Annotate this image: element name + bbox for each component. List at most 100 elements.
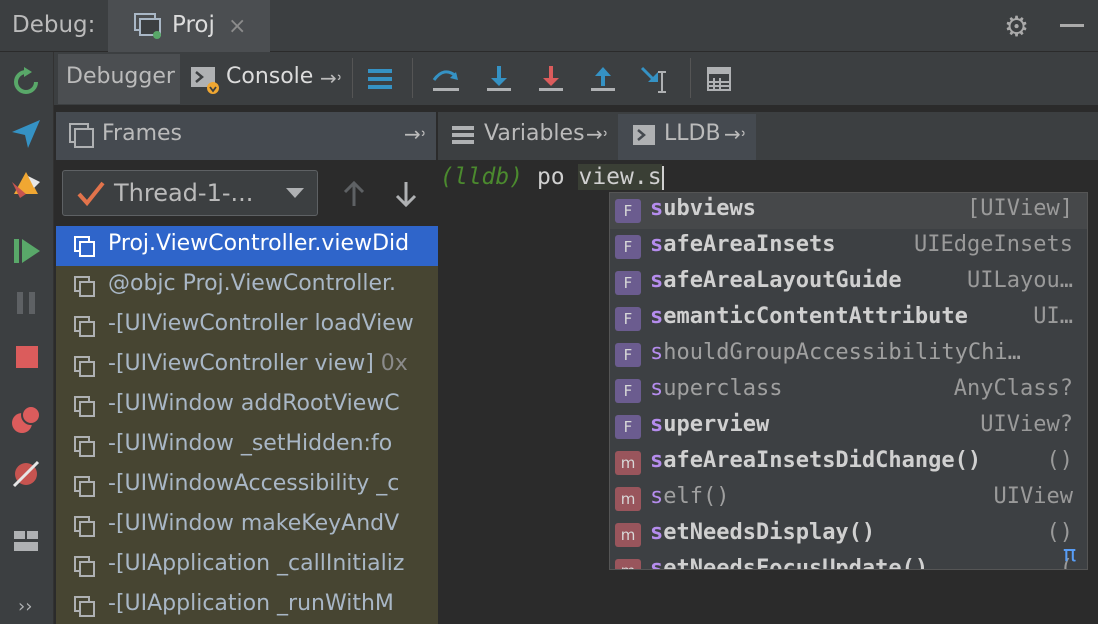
show-execution-point-icon[interactable]: [366, 66, 394, 92]
method-kind-icon: m: [615, 523, 641, 547]
frame-label: @objc Proj.ViewController.: [108, 271, 397, 296]
frame-row[interactable]: -[UIWindow _setHidden:fo: [56, 426, 438, 466]
run-to-cursor-icon[interactable]: [640, 64, 672, 96]
frame-row[interactable]: -[UIApplication _callInitializ: [56, 546, 438, 586]
terminal-icon: [633, 125, 655, 145]
force-step-into-icon[interactable]: [536, 64, 566, 94]
field-kind-icon: F: [615, 343, 641, 367]
frame-row[interactable]: -[UIViewController loadView: [56, 306, 438, 346]
completion-name: semanticContentAttribute: [650, 304, 968, 329]
completion-type: AnyClass?: [953, 376, 1073, 401]
field-kind-icon: F: [615, 199, 641, 223]
lldb-prompt: (lldb): [440, 164, 524, 190]
completion-name: setNeedsFocusUpdate(): [650, 556, 929, 570]
completion-name: shouldGroupAccessibilityChi…: [650, 340, 1021, 365]
popup-pi-icon[interactable]: π: [1063, 542, 1076, 567]
frame-label: -[UIWindow makeKeyAndV: [108, 511, 400, 536]
frame-row[interactable]: -[UIWindowAccessibility _c: [56, 466, 438, 506]
completion-item[interactable]: m setNeedsDisplay()(): [610, 517, 1087, 553]
completion-name: subviews: [650, 196, 756, 221]
completion-item[interactable]: FsafeAreaLayoutGuide UILayou…: [610, 265, 1087, 301]
tab-variables[interactable]: Variables: [484, 121, 585, 146]
mute-breakpoints-icon[interactable]: [10, 458, 42, 490]
frame-row[interactable]: -[UIWindow addRootViewC: [56, 386, 438, 426]
completion-popup: Fsubviews [UIView] FsafeAreaInsets UIEdgeIn…: [609, 192, 1088, 570]
pin-tab-icon[interactable]: →˒: [320, 66, 343, 90]
frame-label: -[UIViewController view] 0x: [108, 351, 408, 376]
field-kind-icon: F: [615, 307, 641, 331]
frame-row[interactable]: Proj.ViewController.viewDid: [56, 226, 438, 266]
next-frame-icon[interactable]: [394, 180, 418, 208]
step-out-icon[interactable]: [588, 64, 618, 94]
completion-item[interactable]: Fsuperclass AnyClass?: [610, 373, 1087, 409]
completion-item[interactable]: Fsuperview UIView?: [610, 409, 1087, 445]
pause-icon[interactable]: [14, 290, 40, 316]
breakpoints-icon[interactable]: [10, 404, 42, 436]
frame-label: Proj.ViewController.viewDid: [108, 231, 410, 256]
frame-icon: [74, 236, 95, 257]
layout-icon[interactable]: [12, 528, 42, 554]
tab-lldb-label: LLDB: [664, 121, 721, 146]
frame-icon: [74, 556, 95, 577]
frame-icon: [74, 316, 95, 337]
resume-icon[interactable]: [12, 236, 42, 266]
frame-label: -[UIWindowAccessibility _c: [108, 471, 400, 496]
minimize-icon[interactable]: [1060, 24, 1084, 27]
previous-frame-icon[interactable]: [342, 180, 366, 208]
stop-icon[interactable]: [14, 344, 40, 370]
field-kind-icon: F: [615, 235, 641, 259]
completion-type: UIView: [993, 484, 1073, 509]
tab-console[interactable]: Console: [226, 64, 313, 89]
completion-item[interactable]: FsemanticContentAttribute UI…: [610, 301, 1087, 337]
frame-row[interactable]: -[UIApplication _runWithM: [56, 586, 438, 624]
pin-tab-icon[interactable]: →˒: [586, 122, 609, 146]
text-caret: [661, 165, 664, 190]
frame-label: -[UIWindow _setHidden:fo: [108, 431, 393, 456]
lldb-input-line[interactable]: (lldb) po view.s: [440, 164, 664, 190]
instruments-icon[interactable]: [10, 168, 42, 200]
method-kind-icon: m: [615, 487, 641, 511]
completion-item[interactable]: Fsubviews [UIView]: [610, 193, 1087, 229]
frames-icon: [69, 123, 94, 148]
completion-name: safeAreaLayoutGuide: [650, 268, 902, 293]
pin-tab-icon[interactable]: →˒: [724, 122, 747, 146]
rerun-icon[interactable]: [10, 66, 42, 98]
method-kind-icon: m: [615, 451, 641, 475]
tab-debugger-label: Debugger: [66, 64, 175, 89]
method-kind-icon: m: [615, 559, 641, 569]
completion-name: safeAreaInsets: [650, 232, 836, 257]
frame-row[interactable]: -[UIWindow makeKeyAndV: [56, 506, 438, 546]
completion-item[interactable]: msetNeedsFocusUpdate()(: [610, 553, 1087, 570]
toolbar-divider: [352, 58, 353, 98]
frame-icon: [74, 276, 95, 297]
close-icon[interactable]: ×: [228, 14, 246, 39]
completion-item[interactable]: m safeAreaInsetsDidChange() (): [610, 445, 1087, 481]
console-icon: [191, 67, 219, 94]
frame-row[interactable]: @objc Proj.ViewController.: [56, 266, 438, 306]
frame-label: -[UIViewController loadView: [108, 311, 414, 336]
step-over-icon[interactable]: [430, 64, 462, 94]
completion-name: superview: [650, 412, 770, 437]
gear-icon[interactable]: ⚙: [1004, 10, 1029, 43]
frames-list: Proj.ViewController.viewDid @objc Proj.Vi…: [56, 226, 438, 624]
completion-item[interactable]: m self() UIView: [610, 481, 1087, 517]
frame-label: -[UIWindow addRootViewC: [108, 391, 400, 416]
frame-icon: [74, 516, 95, 537]
pin-tab-icon[interactable]: →˒: [404, 122, 427, 146]
frame-icon: [74, 396, 95, 417]
tool-window-title: Debug:: [12, 12, 96, 38]
navigate-icon[interactable]: [10, 118, 42, 150]
field-kind-icon: F: [615, 271, 641, 295]
evaluate-expression-icon[interactable]: [706, 66, 734, 92]
completion-item[interactable]: FsafeAreaInsets UIEdgeInsets: [610, 229, 1087, 265]
completion-item[interactable]: FshouldGroupAccessibilityChi…: [610, 337, 1087, 373]
completion-name: self(): [650, 484, 730, 509]
completion-name: safeAreaInsetsDidChange(): [650, 448, 982, 473]
completion-type: [UIView]: [967, 196, 1073, 221]
frame-row[interactable]: -[UIViewController view] 0x: [56, 346, 438, 386]
frame-icon: [74, 436, 95, 457]
more-icon[interactable]: ››: [18, 596, 32, 617]
step-into-icon[interactable]: [484, 64, 514, 94]
lldb-input-text: view.s: [578, 164, 662, 190]
completion-name: setNeedsDisplay(): [650, 520, 876, 545]
